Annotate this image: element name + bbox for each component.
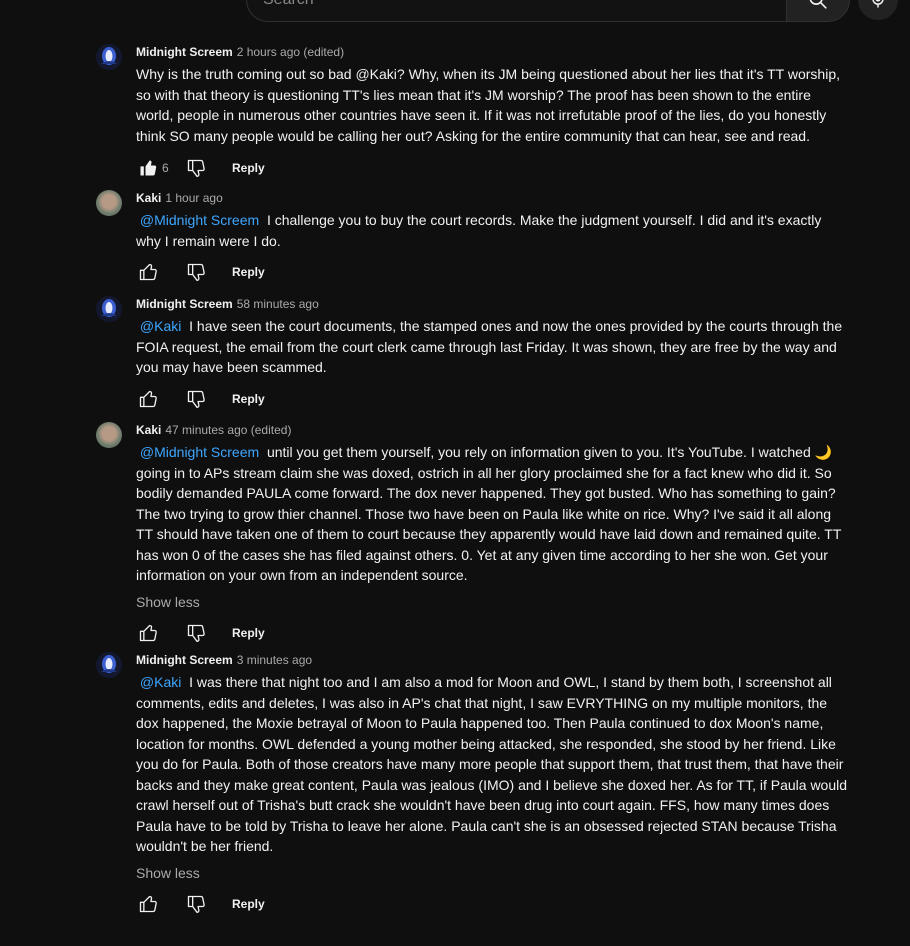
avatar-image: [96, 296, 122, 322]
search-button[interactable]: [786, 0, 850, 22]
like-button[interactable]: [136, 156, 160, 180]
comment-author[interactable]: Midnight Screem: [136, 653, 233, 667]
search-input[interactable]: [246, 0, 786, 22]
mention-link[interactable]: @Kaki: [140, 318, 181, 334]
avatar-image: [96, 44, 122, 70]
comment-text-body: Why is the truth coming out so bad @Kaki…: [136, 66, 841, 144]
comment-text-body: I have seen the court documents, the sta…: [136, 318, 843, 375]
avatar-image: [96, 652, 122, 678]
dislike-button[interactable]: [184, 621, 208, 645]
mention-link[interactable]: @Kaki: [140, 674, 181, 690]
microphone-icon: [872, 0, 884, 8]
dislike-button[interactable]: [184, 892, 208, 916]
comment-timestamp[interactable]: 2 hours ago (edited): [237, 45, 344, 59]
comment-author[interactable]: Kaki: [136, 423, 161, 437]
thumbs-up-icon: [139, 895, 157, 912]
dislike-button[interactable]: [184, 156, 208, 180]
mention-link[interactable]: @Midnight Screem: [140, 212, 259, 228]
comment-text: @Kaki I was there that night too and I a…: [136, 672, 848, 857]
avatar[interactable]: [96, 422, 122, 448]
comment-actions: Reply: [136, 260, 866, 284]
thumbs-down-icon: [187, 895, 205, 913]
reply-button[interactable]: Reply: [232, 265, 265, 279]
show-less-button[interactable]: Show less: [136, 592, 866, 612]
comment-timestamp[interactable]: 58 minutes ago: [237, 297, 319, 311]
like-button[interactable]: [136, 387, 160, 411]
avatar[interactable]: [96, 296, 122, 322]
avatar[interactable]: [96, 190, 122, 216]
thumbs-down-icon: [187, 159, 205, 177]
comment-actions: Reply: [136, 387, 866, 411]
thumbs-up-icon: [139, 390, 157, 407]
dislike-button[interactable]: [184, 387, 208, 411]
comment-author[interactable]: Midnight Screem: [136, 45, 233, 59]
like-button[interactable]: [136, 621, 160, 645]
avatar[interactable]: [96, 652, 122, 678]
comment-author[interactable]: Kaki: [136, 191, 161, 205]
comment-timestamp[interactable]: 3 minutes ago: [237, 653, 312, 667]
comment-text-body: I was there that night too and I am also…: [136, 674, 848, 854]
show-less-button[interactable]: Show less: [136, 863, 866, 883]
comment-text: @Midnight Screem until you get them your…: [136, 442, 848, 586]
comment-actions: Reply: [136, 892, 866, 916]
comment-text: Why is the truth coming out so bad @Kaki…: [136, 64, 848, 146]
thumbs-up-icon: [139, 263, 157, 281]
reply-button[interactable]: Reply: [232, 626, 265, 640]
comment-text-body: until you get them yourself, you rely on…: [136, 444, 842, 583]
thumbs-down-icon: [187, 263, 205, 281]
reply-button[interactable]: Reply: [232, 897, 265, 911]
thumbs-up-filled-icon: [140, 160, 157, 176]
reply-button[interactable]: Reply: [232, 161, 265, 175]
mention-link[interactable]: @Midnight Screem: [140, 444, 259, 460]
comment-actions: Reply: [136, 621, 866, 645]
comment-author[interactable]: Midnight Screem: [136, 297, 233, 311]
like-count: 6: [162, 161, 169, 175]
comment-timestamp[interactable]: 1 hour ago: [165, 191, 222, 205]
comment-timestamp[interactable]: 47 minutes ago (edited): [165, 423, 291, 437]
comment-text: @Kaki I have seen the court documents, t…: [136, 316, 848, 378]
thumbs-up-icon: [139, 624, 157, 641]
comment-text: @Midnight Screem I challenge you to buy …: [136, 210, 848, 251]
thumbs-down-icon: [187, 624, 205, 642]
comment-actions: 6 Reply: [136, 156, 866, 180]
reply-button[interactable]: Reply: [232, 392, 265, 406]
like-button[interactable]: [136, 892, 160, 916]
dislike-button[interactable]: [184, 260, 208, 284]
avatar[interactable]: [96, 44, 122, 70]
voice-search-button[interactable]: [858, 0, 898, 20]
thumbs-down-icon: [187, 390, 205, 408]
like-button[interactable]: [136, 260, 160, 284]
search-icon: [809, 0, 827, 9]
